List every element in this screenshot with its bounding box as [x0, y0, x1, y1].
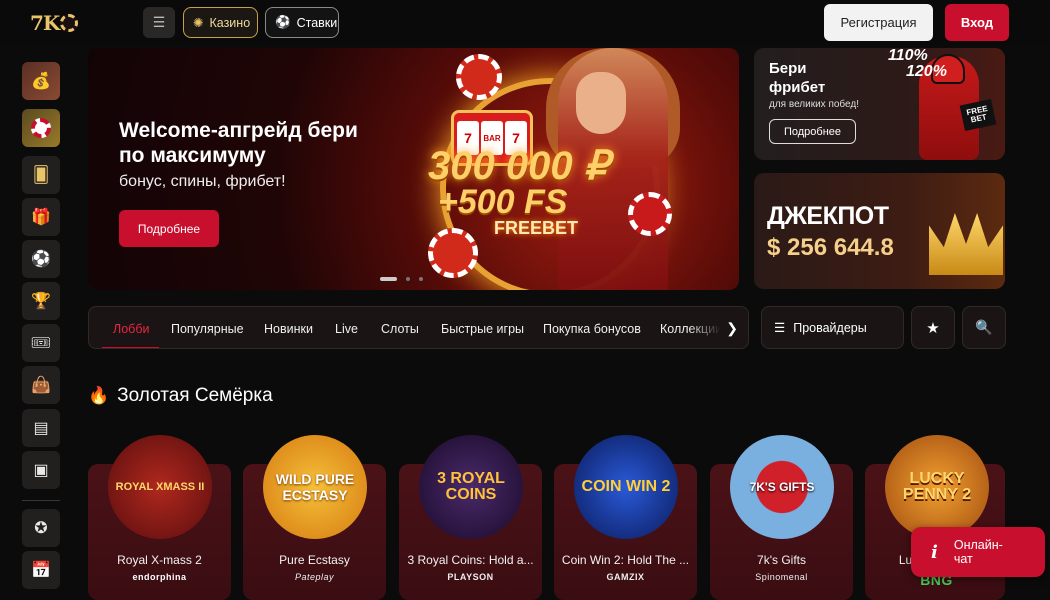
tab-popular[interactable]: Популярные	[171, 307, 244, 348]
casino-label: Казино	[209, 15, 251, 30]
game-art: 7K'S GIFTS	[730, 435, 834, 539]
section-title-text: Золотая Семёрка	[117, 385, 273, 406]
calendar-icon[interactable]: 📅	[22, 551, 60, 589]
crown-icon	[929, 213, 1003, 275]
tab-live[interactable]: Live	[335, 307, 358, 348]
promo-percent: 110% 120%	[888, 48, 947, 80]
menu-icon: ☰	[152, 14, 166, 30]
football-icon[interactable]: ⚽	[22, 240, 60, 278]
tab-new[interactable]: Новинки	[264, 307, 313, 348]
game-name: Royal X-mass 2	[117, 553, 202, 567]
vip-icon[interactable]: ✪	[22, 509, 60, 547]
top-bar: 7K ☰ ✺ Казино ⚽ Ставки Регистрация Вход	[0, 0, 1050, 46]
search-button[interactable]: 🔍	[962, 306, 1006, 349]
shop-icon[interactable]: 👜	[22, 366, 60, 404]
promo-freebet-card[interactable]: FREE BET 110% 120% Бери фрибет для велики…	[754, 48, 1005, 160]
game-name: 3 Royal Coins: Hold a...	[407, 553, 534, 567]
providers-button[interactable]: ☰ Провайдеры	[761, 306, 904, 349]
game-name: 7k's Gifts	[757, 553, 806, 567]
game-art: ROYAL XMASS II	[108, 435, 212, 539]
register-button[interactable]: Регистрация	[824, 4, 933, 41]
casino-chip-icon	[628, 192, 672, 236]
bets-label: Ставки	[296, 15, 338, 30]
flame-icon: 🔥	[88, 386, 110, 405]
ticket-icon[interactable]: 🎟	[22, 324, 60, 362]
star-icon: ★	[926, 319, 940, 337]
bets-button[interactable]: ⚽ Ставки	[265, 7, 339, 38]
filter-icon: ☰	[774, 321, 786, 335]
football-icon: ⚽	[275, 15, 291, 29]
login-button[interactable]: Вход	[945, 4, 1009, 41]
casino-button[interactable]: ✺ Казино	[183, 7, 258, 38]
game-provider: Spinomenal	[755, 572, 808, 582]
favorites-button[interactable]: ★	[911, 306, 955, 349]
tab-lobby[interactable]: Лобби	[113, 307, 149, 348]
hero-model-face	[576, 72, 626, 134]
promo-jackpot-card[interactable]: ДЖЕКПОТ $ 256 644.8	[754, 173, 1005, 289]
casino-chip-icon	[456, 54, 502, 100]
promo-freebet-button[interactable]: Подробнее	[769, 119, 856, 144]
game-name: Pure Ecstasy	[279, 553, 350, 567]
hero-banner[interactable]: 7 BAR 7 300 000 ₽ +500 FS FREEBET Welcom…	[88, 48, 739, 290]
active-tab-indicator	[102, 347, 159, 348]
archive-icon[interactable]: ▤	[22, 409, 60, 447]
game-provider: Pateplay	[294, 572, 335, 582]
search-icon: 🔍	[975, 319, 993, 335]
roulette-icon[interactable]	[22, 109, 60, 147]
tab-bonus-buy[interactable]: Покупка бонусов	[543, 307, 641, 348]
sidebar-divider	[22, 500, 60, 501]
jackpot-value: $ 256 644.8	[767, 234, 894, 261]
game-art: WILD PURE ECSTASY	[263, 435, 367, 539]
coupon-icon[interactable]: ▣	[22, 451, 60, 489]
casino-chip-icon	[428, 228, 478, 278]
promo-freebet-title: Бери фрибет	[769, 60, 826, 96]
carousel-dots	[380, 277, 423, 281]
game-art: LUCKY PENNY 2	[885, 435, 989, 539]
carousel-dot[interactable]	[406, 277, 410, 281]
online-chat-label: Онлайн-чат	[953, 538, 1003, 566]
hero-free-spins: +500 FS	[438, 183, 568, 221]
tab-slots[interactable]: Слоты	[381, 307, 419, 348]
hero-title: Welcome-апгрейд бери по максимуму	[119, 119, 358, 167]
providers-label: Провайдеры	[793, 320, 867, 335]
game-art: COIN WIN 2	[574, 435, 678, 539]
jackpot-title: ДЖЕКПОТ	[767, 202, 889, 230]
section-title: 🔥 Золотая Семёрка	[88, 385, 273, 407]
hero-freebet: FREEBET	[494, 218, 579, 238]
game-art: 3 ROYAL COINS	[419, 435, 523, 539]
game-provider: PLAYSON	[447, 572, 494, 582]
carousel-dot[interactable]	[419, 277, 423, 281]
tabs-fade	[688, 307, 748, 348]
hero-subtitle: бонус, спины, фрибет!	[119, 173, 286, 190]
trophy-icon[interactable]: 🏆	[22, 282, 60, 320]
hero-details-button[interactable]: Подробнее	[119, 210, 219, 247]
freebet-sign: FREE BET	[959, 98, 997, 132]
cards-icon[interactable]: 🂠	[22, 156, 60, 194]
info-icon: i	[931, 541, 938, 563]
online-chat-button[interactable]: i Онлайн-чат	[911, 527, 1045, 577]
tab-fast-games[interactable]: Быстрые игры	[441, 307, 524, 348]
chevron-right-icon[interactable]: ❯	[726, 320, 738, 337]
casino-chip-icon: ✺	[193, 16, 204, 30]
menu-toggle-button[interactable]: ☰	[143, 7, 175, 38]
category-tabs: Лобби Популярные Новинки Live Слоты Быст…	[88, 306, 749, 349]
game-provider: endorphina	[132, 572, 187, 582]
carousel-dot[interactable]	[380, 277, 397, 281]
brand-logo[interactable]: 7K	[30, 9, 86, 37]
money-bag-icon[interactable]: 💰	[22, 62, 60, 100]
promo-freebet-subtitle: для великих побед!	[769, 99, 859, 110]
game-provider: GAMZIX	[606, 572, 645, 582]
game-name: Coin Win 2: Hold The ...	[561, 553, 690, 567]
gift-icon[interactable]: 🎁	[22, 198, 60, 236]
